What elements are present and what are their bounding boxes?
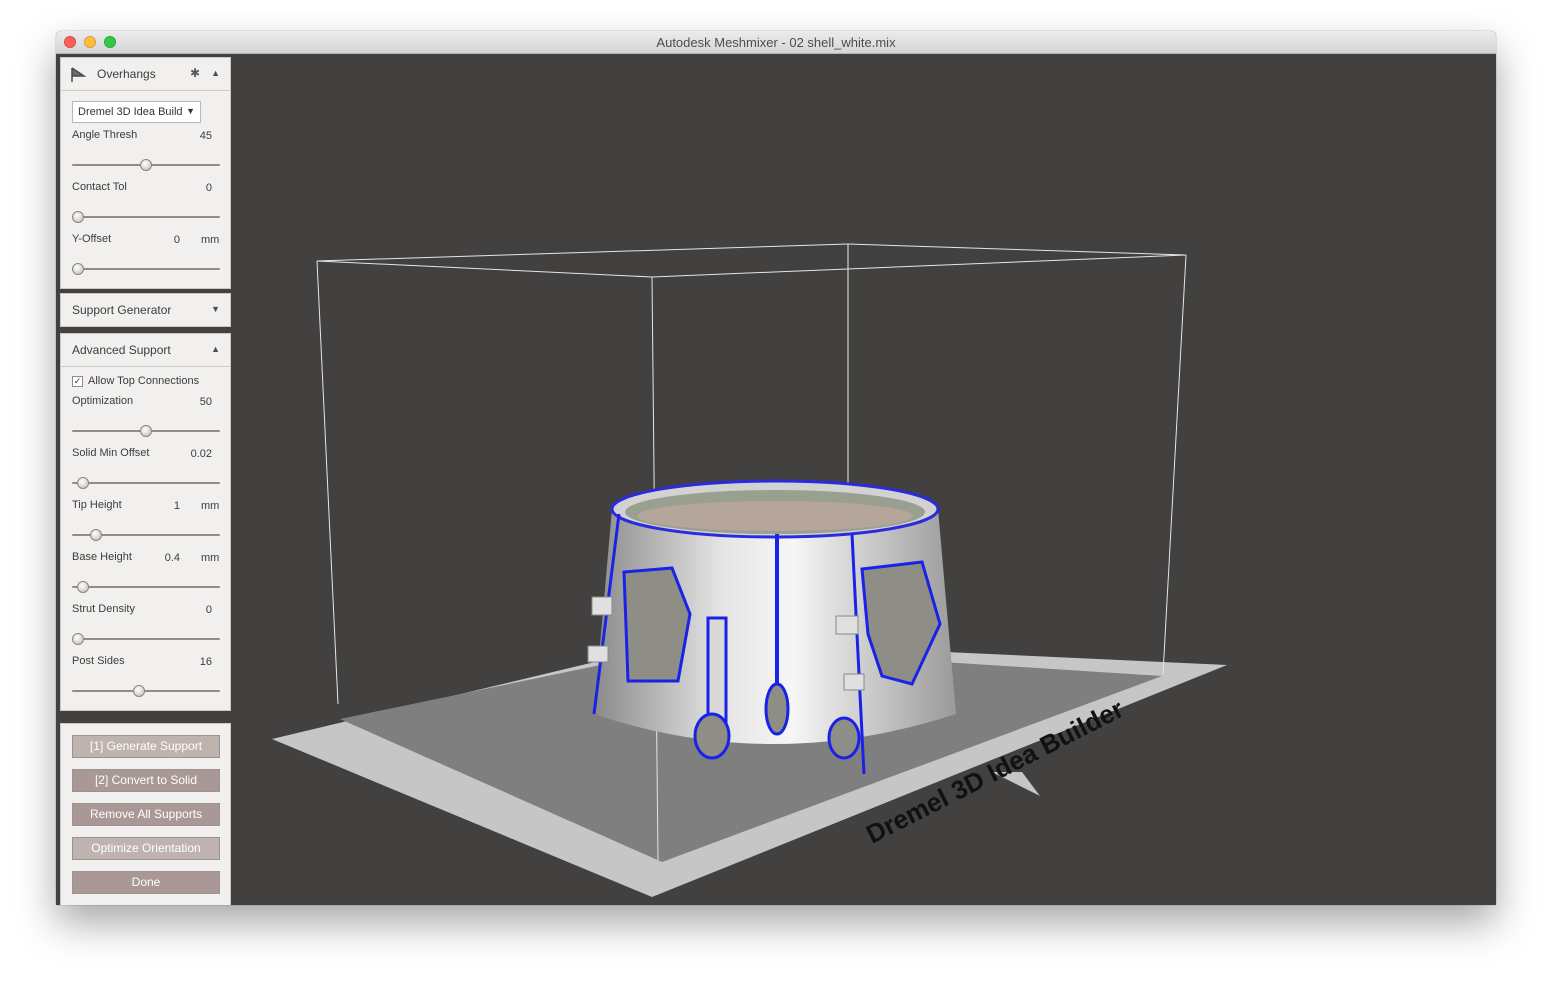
strut-density-value[interactable]: 0 — [172, 604, 212, 616]
post-sides-value[interactable]: 16 — [172, 656, 212, 668]
solid-min-offset-label: Solid Min Offset — [72, 447, 150, 459]
tip-height-value[interactable]: 1 — [140, 500, 180, 512]
slider-knob[interactable] — [72, 633, 84, 645]
allow-top-connections-label: Allow Top Connections — [88, 375, 200, 387]
strut-density-label: Strut Density — [72, 603, 135, 615]
y-offset-slider[interactable] — [72, 263, 220, 275]
post-sides-label: Post Sides — [72, 655, 125, 667]
gear-icon[interactable]: ✱ — [190, 66, 200, 80]
tip-height-slider[interactable] — [72, 529, 220, 541]
overhangs-header[interactable]: Overhangs ✱ ▲ — [61, 58, 230, 91]
support-generator-panel[interactable]: Support Generator ▼ — [60, 293, 231, 327]
optimization-slider[interactable] — [72, 425, 220, 437]
base-height-label: Base Height — [72, 551, 132, 563]
angle-thresh-value[interactable]: 45 — [172, 130, 212, 142]
angle-thresh-slider[interactable] — [72, 159, 220, 171]
done-button[interactable]: Done — [72, 871, 220, 894]
solid-min-offset-slider[interactable] — [72, 477, 220, 489]
3d-viewport[interactable]: Dremel 3D Idea Builder — [232, 54, 1496, 905]
overhangs-panel: Overhangs ✱ ▲ Dremel 3D Idea Build ▼ Ang… — [60, 57, 231, 289]
base-height-slider[interactable] — [72, 581, 220, 593]
printer-dropdown-value: Dremel 3D Idea Build — [78, 106, 183, 118]
collapse-arrow-icon[interactable]: ▲ — [211, 68, 220, 78]
expand-arrow-icon[interactable]: ▼ — [211, 304, 220, 314]
window-title: Autodesk Meshmixer - 02 shell_white.mix — [656, 35, 896, 50]
support-generator-header[interactable]: Support Generator ▼ — [61, 294, 230, 327]
strut-density-slider[interactable] — [72, 633, 220, 645]
base-height-unit: mm — [201, 552, 220, 564]
optimize-orientation-button[interactable]: Optimize Orientation — [72, 837, 220, 860]
post-sides-slider[interactable] — [72, 685, 220, 697]
allow-top-connections-checkbox[interactable]: ✓ — [72, 376, 83, 387]
meshmixer-window: Autodesk Meshmixer - 02 shell_white.mix — [56, 31, 1496, 905]
y-offset-label: Y-Offset — [72, 233, 112, 245]
advanced-support-panel: Advanced Support ▲ ✓ Allow Top Connectio… — [60, 333, 231, 711]
tip-height-unit: mm — [201, 500, 220, 512]
slider-knob[interactable] — [72, 263, 84, 275]
contact-tol-value[interactable]: 0 — [172, 182, 212, 194]
actions-panel: [1] Generate Support [2] Convert to Soli… — [60, 723, 231, 905]
slider-track — [72, 638, 220, 640]
advanced-support-title: Advanced Support — [72, 343, 171, 357]
tip-height-label: Tip Height — [72, 499, 122, 511]
convert-to-solid-button[interactable]: [2] Convert to Solid — [72, 769, 220, 792]
slider-track — [72, 216, 220, 218]
y-offset-value[interactable]: 0 — [140, 234, 180, 246]
y-offset-unit: mm — [201, 234, 220, 246]
slider-track — [72, 268, 220, 270]
solid-min-offset-value[interactable]: 0.02 — [172, 448, 212, 460]
slider-knob[interactable] — [133, 685, 146, 697]
viewport-scene: Dremel 3D Idea Builder — [272, 243, 1227, 897]
base-height-value[interactable]: 0.4 — [140, 552, 180, 564]
support-generator-title: Support Generator — [72, 303, 172, 317]
collapse-arrow-icon[interactable]: ▲ — [211, 344, 220, 354]
optimization-value[interactable]: 50 — [172, 396, 212, 408]
chevron-down-icon: ▼ — [186, 106, 195, 116]
advanced-support-header[interactable]: Advanced Support ▲ — [61, 334, 230, 367]
contact-tol-label: Contact Tol — [72, 181, 127, 193]
generate-support-button[interactable]: [1] Generate Support — [72, 735, 220, 758]
slider-track — [72, 482, 220, 484]
slider-knob[interactable] — [72, 211, 84, 223]
printer-dropdown[interactable]: Dremel 3D Idea Build ▼ — [72, 101, 201, 123]
overhangs-title: Overhangs — [97, 67, 156, 81]
optimization-label: Optimization — [72, 395, 134, 407]
slider-track — [72, 586, 220, 588]
angle-thresh-label: Angle Thresh — [72, 129, 138, 141]
remove-all-supports-button[interactable]: Remove All Supports — [72, 803, 220, 826]
slider-track — [72, 690, 220, 692]
title-bar: Autodesk Meshmixer - 02 shell_white.mix — [56, 31, 1496, 54]
overhangs-tool-icon — [71, 67, 87, 82]
contact-tol-slider[interactable] — [72, 211, 220, 223]
slider-knob[interactable] — [140, 159, 152, 171]
slider-knob[interactable] — [140, 425, 152, 437]
slider-knob[interactable] — [89, 529, 102, 541]
slider-knob[interactable] — [77, 581, 90, 593]
slider-knob[interactable] — [77, 477, 90, 489]
